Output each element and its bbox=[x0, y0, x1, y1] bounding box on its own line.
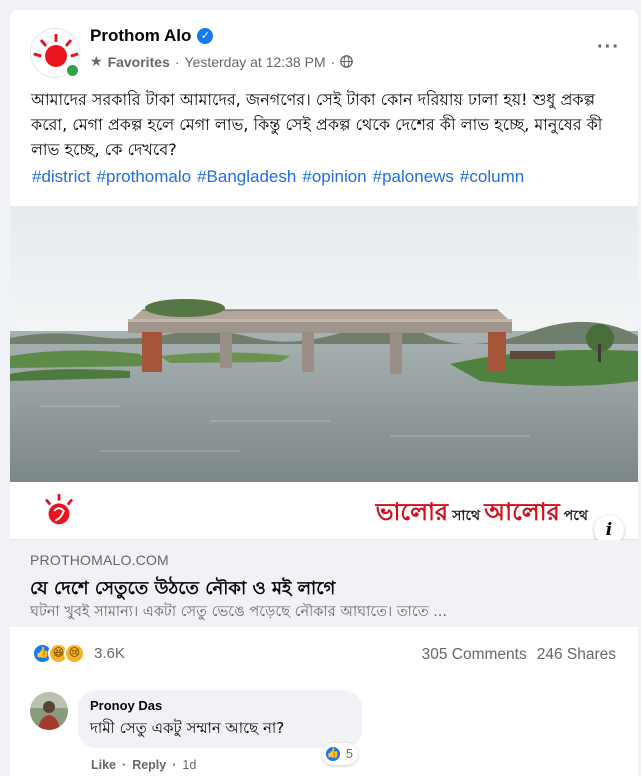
sad-reaction-icon: 😢 bbox=[64, 643, 85, 664]
link-preview-banner[interactable]: ভালোর সাথে আলোর পথে bbox=[10, 482, 638, 540]
post-text: আমাদের সরকারি টাকা আমাদের, জনগণের। সেই ট… bbox=[31, 90, 603, 159]
shares-count[interactable]: 246 Shares bbox=[537, 646, 616, 664]
post-card: Prothom Alo ✓ ★ Favorites · Yesterday at… bbox=[10, 10, 638, 776]
comment-bubble: Pronoy Das দামী সেতু একটু সম্মান আছে না? bbox=[78, 690, 362, 748]
broken-bridge-photo bbox=[10, 206, 638, 482]
favorites-label[interactable]: Favorites bbox=[108, 54, 170, 70]
globe-icon bbox=[340, 55, 354, 68]
comment-actions: Like · Reply · 1d bbox=[91, 758, 196, 772]
page-name[interactable]: Prothom Alo ✓ bbox=[90, 26, 214, 46]
engagement-counts: 305 Comments 246 Shares bbox=[422, 646, 616, 664]
commenter-avatar[interactable] bbox=[30, 692, 68, 730]
commenter-photo bbox=[30, 692, 68, 730]
hashtag-link[interactable]: #column bbox=[460, 167, 524, 187]
comment-like-button[interactable]: Like bbox=[91, 758, 116, 772]
post-meta: ★ Favorites · Yesterday at 12:38 PM · bbox=[90, 53, 354, 70]
banner-tagline: ভালোর সাথে আলোর পথে bbox=[376, 494, 588, 534]
reaction-summary[interactable]: 👍 😆 😢 3.6K bbox=[32, 643, 125, 664]
comment-reaction-badge[interactable]: 👍 5 bbox=[322, 743, 358, 765]
comment-like-count: 5 bbox=[346, 747, 353, 761]
link-preview-image[interactable] bbox=[10, 206, 638, 482]
more-options-icon[interactable]: ··· bbox=[597, 36, 620, 59]
action-separator: · bbox=[122, 758, 127, 772]
verified-badge-icon: ✓ bbox=[197, 28, 214, 44]
meta-separator: · bbox=[174, 53, 180, 70]
hashtag-list: #district #prothomalo #Bangladesh #opini… bbox=[32, 167, 524, 187]
meta-separator: · bbox=[330, 53, 336, 70]
link-preview-info[interactable]: PROTHOMALO.COM যে দেশে সেতুতে উঠতে নৌকা … bbox=[10, 540, 638, 627]
tagline-word: ভালোর bbox=[375, 497, 449, 526]
star-icon: ★ bbox=[90, 53, 103, 69]
tagline-word: আলোর bbox=[484, 497, 560, 526]
hashtag-link[interactable]: #prothomalo bbox=[97, 167, 192, 187]
page-name-text[interactable]: Prothom Alo bbox=[90, 26, 191, 46]
prothom-alo-logo-icon bbox=[45, 493, 73, 525]
hashtag-link[interactable]: #opinion bbox=[302, 167, 366, 187]
comment-time[interactable]: 1d bbox=[182, 758, 196, 772]
hashtag-link[interactable]: #district bbox=[32, 167, 91, 187]
reaction-count[interactable]: 3.6K bbox=[94, 645, 125, 662]
link-description: ঘটনা খুবই সামান্য। একটা সেতু ভেঙে পড়েছে… bbox=[30, 604, 448, 620]
link-domain: PROTHOMALO.COM bbox=[30, 552, 169, 568]
action-separator: · bbox=[172, 758, 177, 772]
comment-text: দামী সেতু একটু সম্মান আছে না? bbox=[90, 719, 285, 737]
comment-author[interactable]: Pronoy Das bbox=[90, 698, 162, 713]
hashtag-link[interactable]: #palonews bbox=[373, 167, 454, 187]
comment-reply-button[interactable]: Reply bbox=[132, 758, 166, 772]
hashtag-link[interactable]: #Bangladesh bbox=[197, 167, 296, 187]
active-status-dot bbox=[65, 63, 80, 78]
tagline-small-word: সাথে bbox=[452, 508, 481, 524]
comments-count[interactable]: 305 Comments bbox=[422, 646, 527, 664]
post-timestamp[interactable]: Yesterday at 12:38 PM bbox=[184, 54, 325, 70]
like-reaction-icon: 👍 bbox=[324, 745, 342, 763]
tagline-small-word: পথে bbox=[563, 508, 588, 524]
